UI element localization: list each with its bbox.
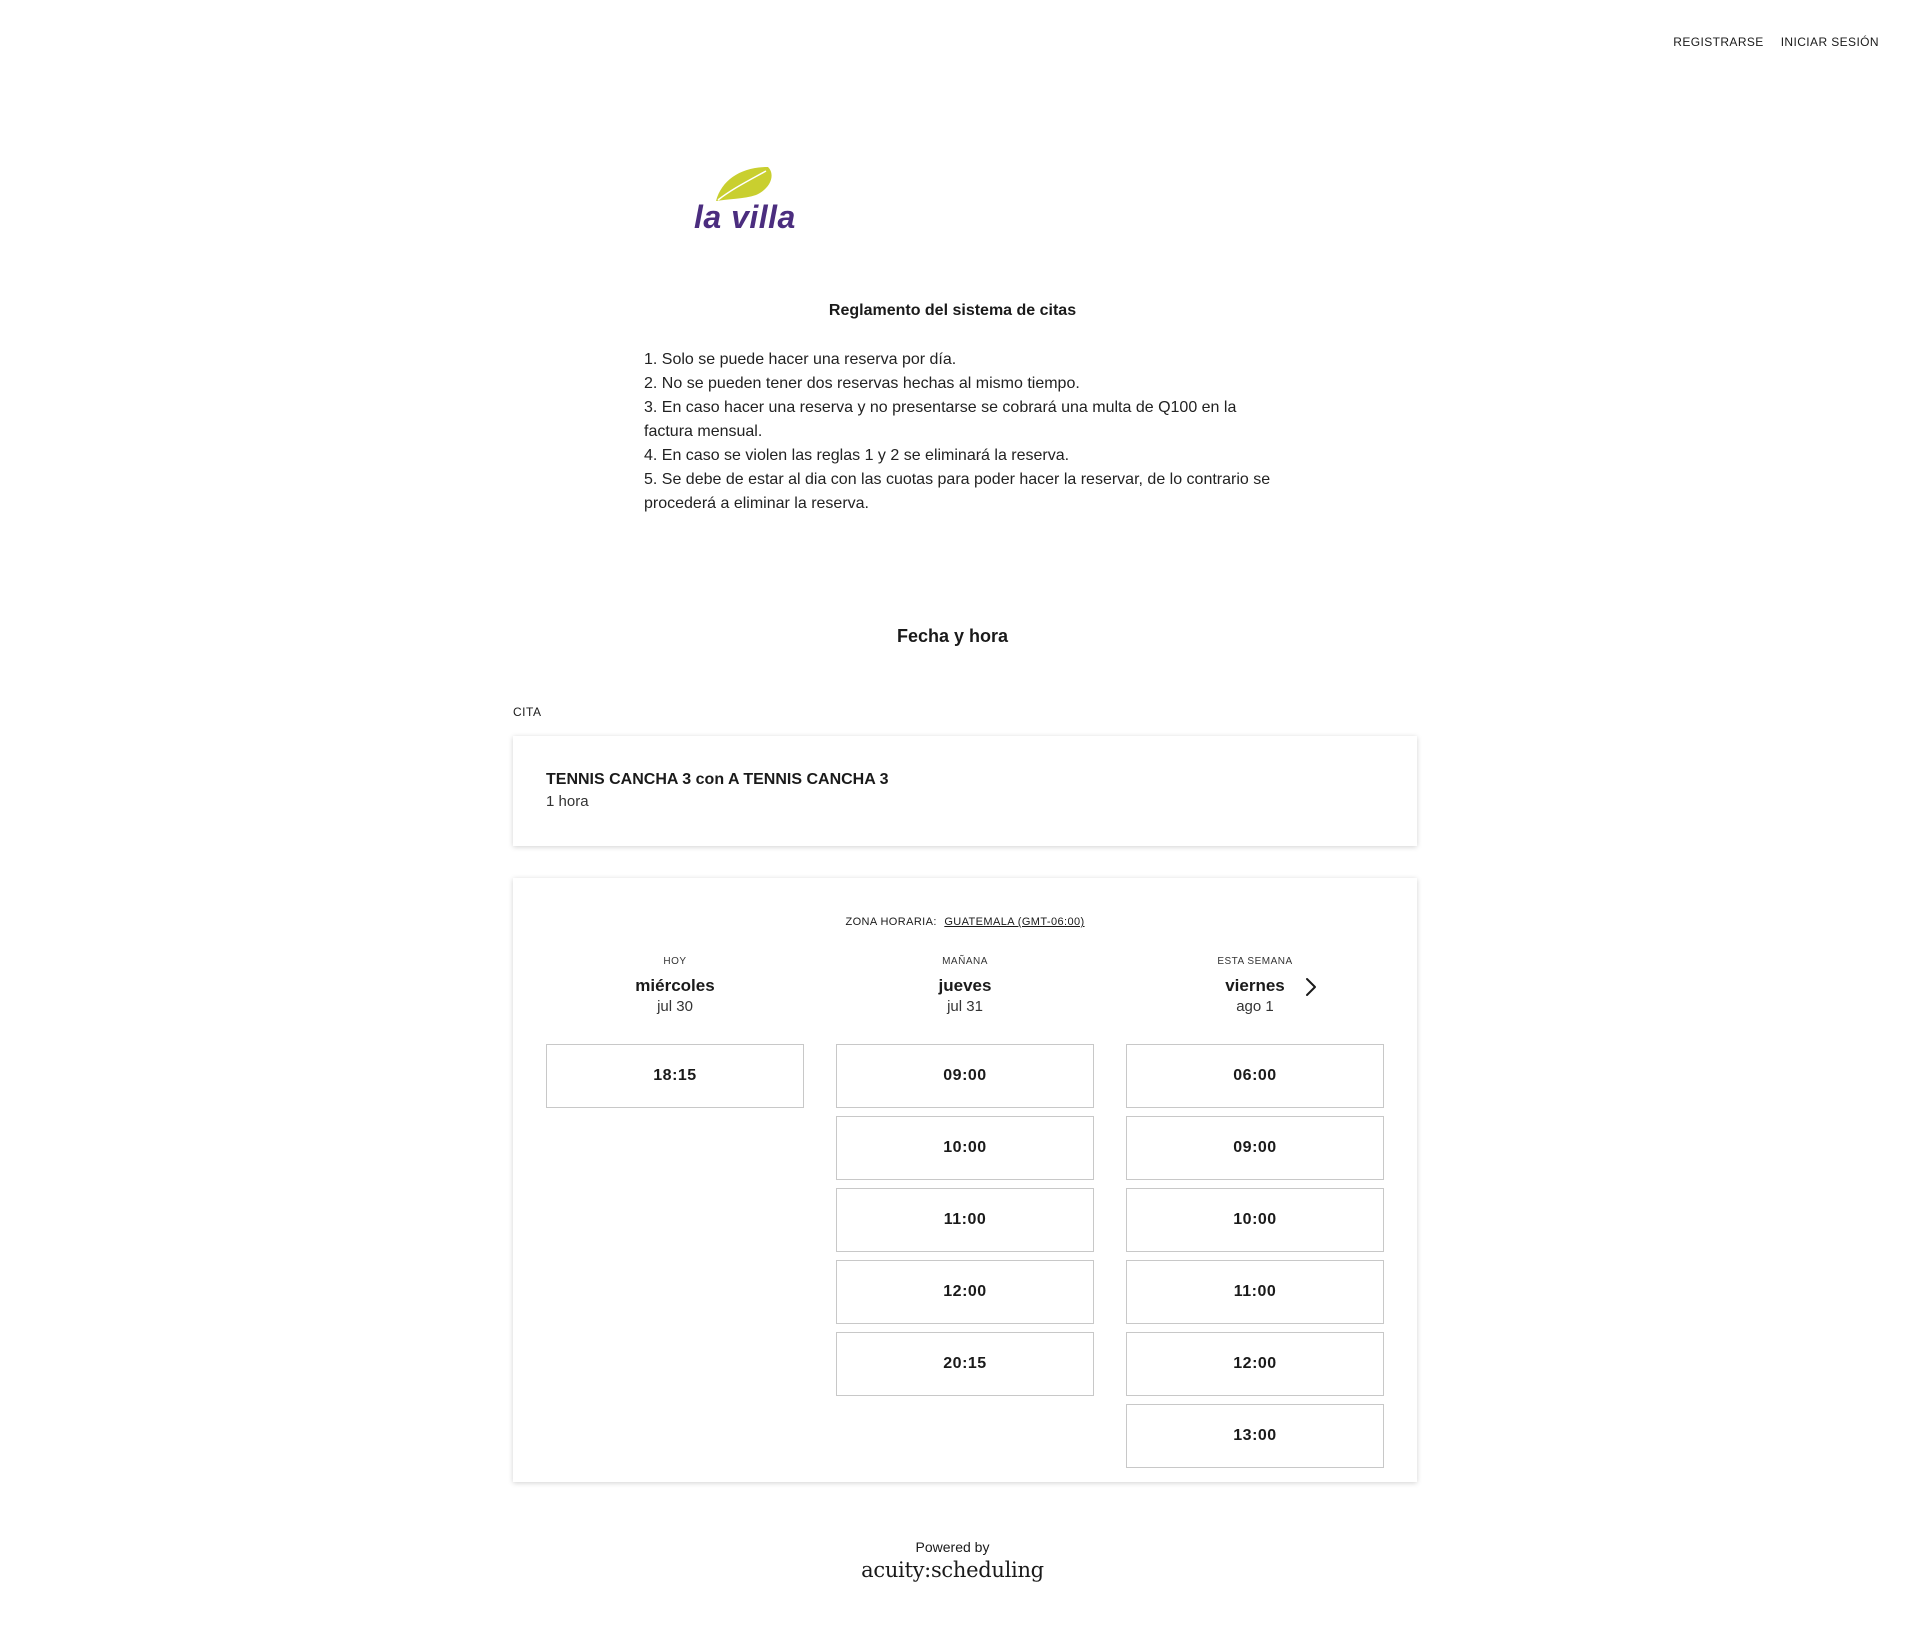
rule-item: 3. En caso hacer una reserva y no presen… xyxy=(644,399,1237,440)
time-slot-button[interactable]: 09:00 xyxy=(836,1044,1094,1108)
la-villa-logo: la villa xyxy=(690,165,800,235)
day-date: ago 1 xyxy=(1236,998,1274,1015)
appointment-label: CITA xyxy=(513,705,542,719)
day-name: viernes xyxy=(1225,976,1285,995)
slot-list: 09:00 10:00 11:00 12:00 20:15 xyxy=(836,1044,1094,1404)
timezone-label: ZONA HORARIA: xyxy=(845,916,937,928)
day-date: jul 31 xyxy=(947,998,983,1015)
day-tag: ESTA SEMANA xyxy=(1217,956,1293,967)
day-tag: HOY xyxy=(663,956,687,967)
slot-list: 06:00 09:00 10:00 11:00 12:00 13:00 xyxy=(1126,1044,1384,1476)
rule-item: 2. No se pueden tener dos reservas hecha… xyxy=(644,375,1080,392)
day-column-tomorrow: MAÑANA jueves jul 31 09:00 10:00 11:00 1… xyxy=(836,956,1094,1396)
logo-text: la villa xyxy=(694,199,796,235)
acuity-scheduling-logo[interactable]: acuity:scheduling xyxy=(0,1558,1905,1582)
time-slot-button[interactable]: 11:00 xyxy=(1126,1260,1384,1324)
day-name: jueves xyxy=(938,976,992,995)
time-slot-button[interactable]: 10:00 xyxy=(836,1116,1094,1180)
register-link[interactable]: REGISTRARSE xyxy=(1673,35,1763,49)
chevron-right-icon[interactable] xyxy=(1302,976,1320,998)
time-slot-button[interactable]: 12:00 xyxy=(1126,1332,1384,1396)
day-column-today: HOY miércoles jul 30 18:15 xyxy=(546,956,804,1108)
login-link[interactable]: INICIAR SESIÓN xyxy=(1781,35,1879,49)
day-name: miércoles xyxy=(635,976,715,995)
section-title: Fecha y hora xyxy=(896,626,1009,646)
calendar-card: ZONA HORARIA: GUATEMALA (GMT-06:00) HOY … xyxy=(513,878,1417,1482)
appointment-duration: 1 hora xyxy=(546,793,589,810)
timezone-row: ZONA HORARIA: GUATEMALA (GMT-06:00) xyxy=(513,916,1417,928)
time-slot-button[interactable]: 12:00 xyxy=(836,1260,1094,1324)
time-slot-button[interactable]: 10:00 xyxy=(1126,1188,1384,1252)
appointment-name: TENNIS CANCHA 3 con A TENNIS CANCHA 3 xyxy=(546,771,889,788)
appointment-card[interactable]: TENNIS CANCHA 3 con A TENNIS CANCHA 3 1 … xyxy=(513,736,1417,846)
time-slot-button[interactable]: 13:00 xyxy=(1126,1404,1384,1468)
time-slot-button[interactable]: 18:15 xyxy=(546,1044,804,1108)
time-slot-button[interactable]: 06:00 xyxy=(1126,1044,1384,1108)
top-nav: REGISTRARSE INICIAR SESIÓN xyxy=(1673,35,1879,49)
rule-item: 4. En caso se violen las reglas 1 y 2 se… xyxy=(644,447,1070,464)
rule-item: 5. Se debe de estar al dia con las cuota… xyxy=(644,471,1271,512)
powered-by-label: Powered by xyxy=(915,1539,990,1555)
rules-title: Reglamento del sistema de citas xyxy=(828,302,1077,319)
day-tag: MAÑANA xyxy=(942,956,988,967)
timezone-link[interactable]: GUATEMALA (GMT-06:00) xyxy=(944,916,1084,928)
rules-list: 1. Solo se puede hacer una reserva por d… xyxy=(644,348,1276,516)
time-slot-button[interactable]: 20:15 xyxy=(836,1332,1094,1396)
slot-list: 18:15 xyxy=(546,1044,804,1116)
time-slot-button[interactable]: 11:00 xyxy=(836,1188,1094,1252)
rule-item: 1. Solo se puede hacer una reserva por d… xyxy=(644,351,957,368)
time-slot-button[interactable]: 09:00 xyxy=(1126,1116,1384,1180)
day-date: jul 30 xyxy=(657,998,693,1015)
day-column-this-week: ESTA SEMANA viernes ago 1 06:00 09:00 10… xyxy=(1126,956,1384,1468)
